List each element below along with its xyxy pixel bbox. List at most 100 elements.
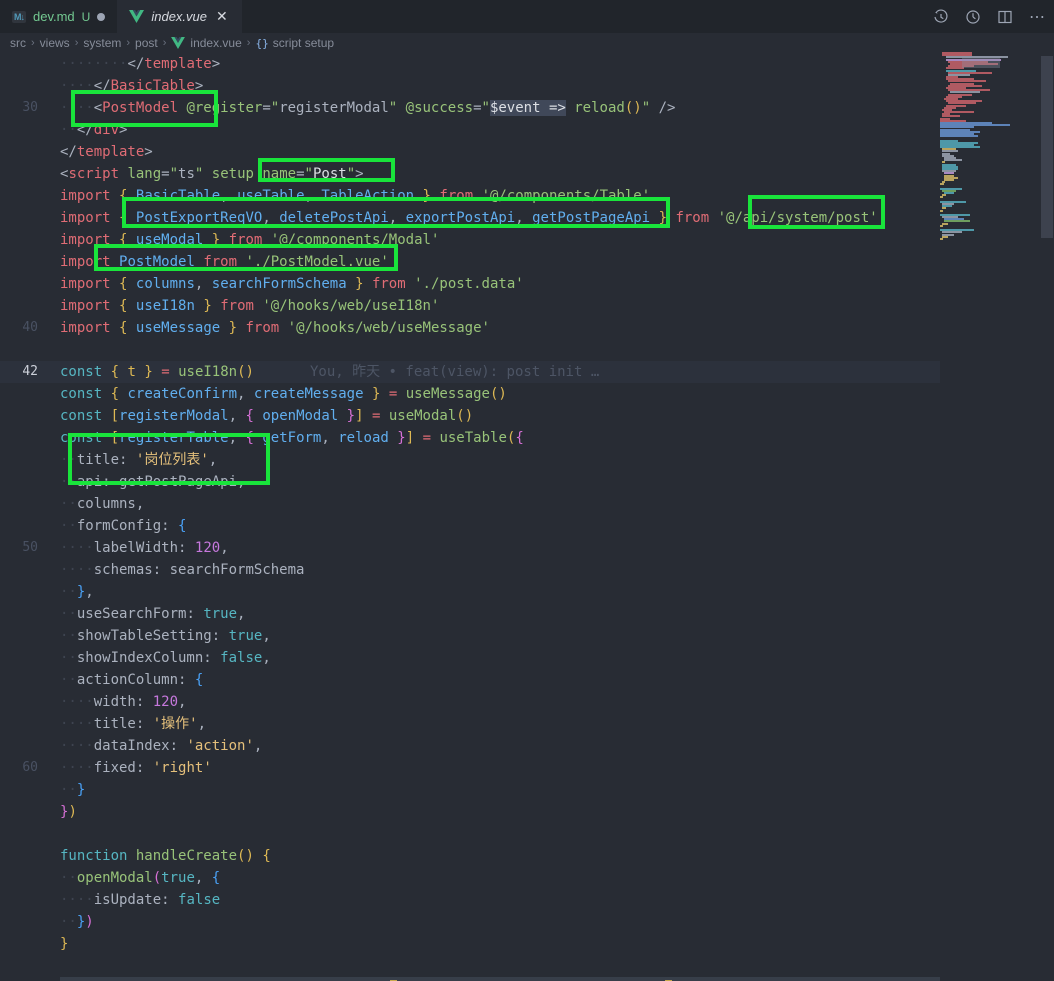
code-line[interactable]: ··})	[0, 911, 940, 933]
code-text: ··</div>	[60, 119, 127, 141]
code-line[interactable]: ····isUpdate: false	[0, 889, 940, 911]
code-text: })	[60, 801, 77, 823]
code-text: import { useModal } from '@/components/M…	[60, 229, 439, 251]
code-line[interactable]: </template>	[0, 141, 940, 163]
code-line[interactable]: ··},	[0, 581, 940, 603]
code-line[interactable]: ··}	[0, 779, 940, 801]
code-line[interactable]: ··title: '岗位列表',	[0, 449, 940, 471]
code-line[interactable]: ··columns,	[0, 493, 940, 515]
code-line[interactable]: ··openModal(true, {	[0, 867, 940, 889]
run-status-icon[interactable]	[964, 8, 982, 26]
code-line[interactable]: const { createConfirm, createMessage } =…	[0, 383, 940, 405]
code-line[interactable]: ········</template>	[0, 53, 940, 75]
code-line[interactable]: ····width: 120,	[0, 691, 940, 713]
code-text: ········</template>	[60, 53, 220, 75]
code-line[interactable]: ··actionColumn: {	[0, 669, 940, 691]
line-number: 60	[0, 757, 38, 779]
code-text: }	[60, 933, 68, 955]
breadcrumb-item-src[interactable]: src	[10, 36, 26, 50]
code-text: <script lang="ts" setup name="Post">	[60, 163, 364, 185]
code-text: ··showIndexColumn: false,	[60, 647, 271, 669]
code-line[interactable]: 30 ····<PostModel @register="registerModa…	[0, 97, 940, 119]
editor-actions: ⋯	[932, 0, 1046, 33]
code-text: import { useI18n } from '@/hooks/web/use…	[60, 295, 439, 317]
code-text: ····</BasicTable>	[60, 75, 203, 97]
minimap[interactable]	[940, 52, 1040, 981]
code-line[interactable]: import { useModal } from '@/components/M…	[0, 229, 940, 251]
code-line[interactable]: 50····labelWidth: 120,	[0, 537, 940, 559]
breadcrumb-item-system[interactable]: system	[83, 36, 121, 50]
scrollbar-thumb[interactable]	[1041, 56, 1053, 238]
code-line[interactable]: <script lang="ts" setup name="Post">	[0, 163, 940, 185]
code-line[interactable]: import { columns, searchFormSchema } fro…	[0, 273, 940, 295]
chevron-right-icon: ›	[126, 37, 130, 49]
code-line[interactable]: function handleCreate() {	[0, 845, 940, 867]
code-text: ··openModal(true, {	[60, 867, 220, 889]
line-number: 30	[0, 97, 38, 119]
code-line[interactable]: }	[0, 933, 940, 955]
code-line[interactable]: ··formConfig: {	[0, 515, 940, 537]
code-text: </template>	[60, 141, 153, 163]
code-line[interactable]: import PostModel from './PostModel.vue'	[0, 251, 940, 273]
code-line[interactable]: ····title: '操作',	[0, 713, 940, 735]
code-line[interactable]: ··useSearchForm: true,	[0, 603, 940, 625]
code-editor[interactable]: ········</template>····</BasicTable> 30 ··…	[0, 53, 940, 981]
code-line[interactable]: 40import { useMessage } from '@/hooks/we…	[0, 317, 940, 339]
code-line[interactable]: })	[0, 801, 940, 823]
code-text: ····labelWidth: 120,	[60, 537, 229, 559]
code-line[interactable]: 60····fixed: 'right'	[0, 757, 940, 779]
code-line[interactable]	[0, 339, 940, 361]
chevron-right-icon: ›	[75, 37, 79, 49]
breadcrumb-item-symbol[interactable]: {} script setup	[255, 36, 334, 50]
code-line[interactable]: const [registerModal, { openModal }] = u…	[0, 405, 940, 427]
breadcrumb-item-file[interactable]: index.vue	[171, 36, 241, 50]
code-line[interactable]: const [registerTable, { getForm, reload …	[0, 427, 940, 449]
code-line[interactable]: import { PostExportReqVO, deletePostApi,…	[0, 207, 940, 229]
code-line[interactable]: ··api: getPostPageApi,	[0, 471, 940, 493]
code-line[interactable]: ··</div>	[0, 119, 940, 141]
chevron-right-icon: ›	[163, 37, 167, 49]
code-line[interactable]: ····</BasicTable>	[0, 75, 940, 97]
breadcrumb: src › views › system › post › index.vue …	[0, 33, 1054, 53]
code-text: import { PostExportReqVO, deletePostApi,…	[60, 207, 878, 229]
code-text: ··actionColumn: {	[60, 669, 203, 691]
code-line[interactable]: ··showIndexColumn: false,	[0, 647, 940, 669]
chevron-right-icon: ›	[247, 37, 251, 49]
code-text: function handleCreate() {	[60, 845, 271, 867]
minimap-line	[940, 238, 1040, 240]
local-history-icon[interactable]	[932, 8, 950, 26]
git-status-badge: U	[82, 10, 91, 24]
tab-label: dev.md	[33, 9, 75, 24]
code-line[interactable]	[0, 955, 940, 977]
code-text: const [registerTable, { getForm, reload …	[60, 427, 524, 449]
code-text: ··}	[60, 779, 85, 801]
code-line[interactable]: ····schemas: searchFormSchema	[0, 559, 940, 581]
close-icon[interactable]: ✕	[214, 8, 230, 25]
code-text: ··formConfig: {	[60, 515, 186, 537]
code-line[interactable]: 42const { t } = useI18n()You, 昨天 • feat(…	[0, 361, 940, 383]
modified-dot-icon[interactable]	[97, 13, 105, 21]
code-text: ····<PostModel @register="registerModal"…	[60, 97, 675, 119]
breadcrumb-item-post[interactable]: post	[135, 36, 158, 50]
code-text: ····dataIndex: 'action',	[60, 735, 262, 757]
markdown-file-icon: M↓	[12, 11, 26, 23]
split-editor-icon[interactable]	[996, 8, 1014, 26]
code-line[interactable]	[0, 823, 940, 845]
code-line[interactable]: import { BasicTable, useTable, TableActi…	[0, 185, 940, 207]
editor-tab-bar: M↓ dev.md U index.vue ✕	[0, 0, 1054, 33]
vertical-scrollbar	[1040, 52, 1054, 981]
more-actions-icon[interactable]: ⋯	[1028, 8, 1046, 26]
partially-visible-code-line[interactable]	[60, 977, 940, 981]
tab-dev-md[interactable]: M↓ dev.md U	[0, 0, 117, 33]
code-text: import { useMessage } from '@/hooks/web/…	[60, 317, 490, 339]
vscode-window: M↓ dev.md U index.vue ✕	[0, 0, 1054, 981]
code-text: ··showTableSetting: true,	[60, 625, 271, 647]
code-line[interactable]: import { useI18n } from '@/hooks/web/use…	[0, 295, 940, 317]
code-line[interactable]: ····dataIndex: 'action',	[0, 735, 940, 757]
tab-index-vue[interactable]: index.vue ✕	[117, 0, 241, 33]
code-text: const [registerModal, { openModal }] = u…	[60, 405, 473, 427]
breadcrumb-item-views[interactable]: views	[40, 36, 70, 50]
code-line[interactable]: ··showTableSetting: true,	[0, 625, 940, 647]
code-text: const { t } = useI18n()You, 昨天 • feat(vi…	[60, 361, 599, 383]
minimap-selection-marker	[962, 56, 1000, 68]
